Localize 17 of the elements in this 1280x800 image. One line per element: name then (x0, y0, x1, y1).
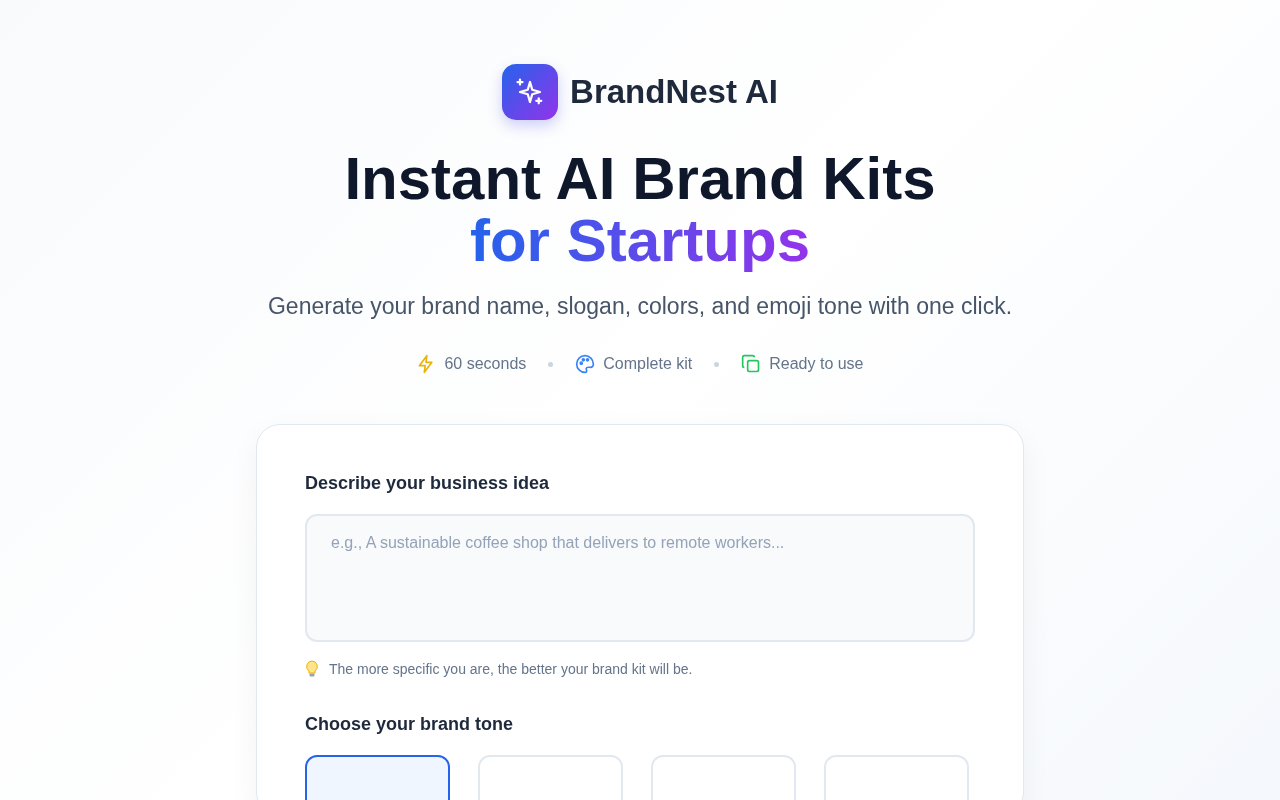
hint-text: The more specific you are, the better your brand kit will be. (329, 661, 693, 677)
sparkle-logo-icon (502, 64, 559, 120)
copy-icon (741, 354, 762, 374)
hero-title: Instant AI Brand Kits (344, 148, 936, 210)
lightbulb-icon (305, 660, 319, 678)
separator-dot (714, 361, 720, 367)
feature-label: Complete kit (603, 355, 693, 373)
feature-label: Ready to use (769, 355, 864, 373)
hero-subtitle: Generate your brand name, slogan, colors, and emoji tone with one click. (266, 292, 1014, 321)
feature-label: 60 seconds (444, 355, 527, 373)
tone-option[interactable] (305, 755, 450, 800)
idea-label: Describe your business idea (305, 473, 551, 494)
separator-dot (548, 361, 554, 367)
tone-label: Choose your brand tone (305, 714, 514, 735)
palette-icon (575, 354, 596, 374)
brand-name: BrandNest AI (570, 73, 778, 111)
idea-input-field[interactable]: e.g., A sustainable coffee shop that delivers to remote workers... (305, 514, 975, 642)
